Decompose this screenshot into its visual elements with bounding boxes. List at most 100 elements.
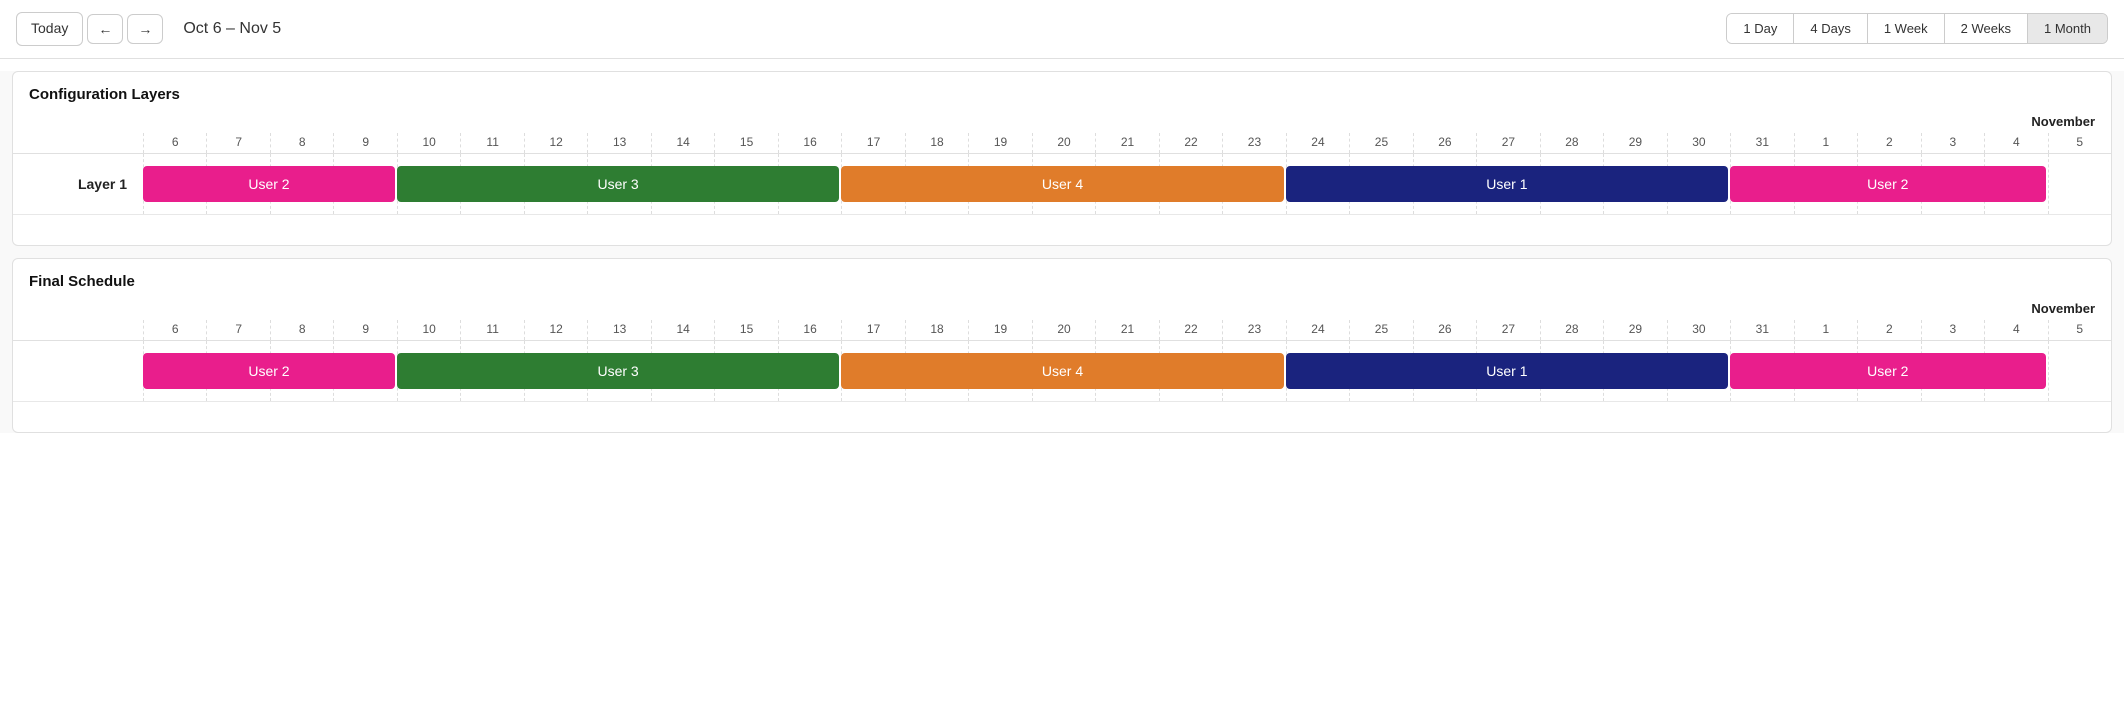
day-cell-10-4: 10	[397, 320, 460, 340]
day-cell-9-3: 9	[333, 320, 396, 340]
day-cell-29-23: 29	[1603, 133, 1666, 153]
day-cell-14-8: 14	[651, 320, 714, 340]
view-btn-2weeks[interactable]: 2 Weeks	[1945, 14, 2028, 43]
day-cell-26-20: 26	[1413, 320, 1476, 340]
bar-user4-11: User 4	[841, 353, 1283, 389]
bar-user1-18: User 1	[1286, 166, 1728, 202]
view-btn-4days[interactable]: 4 Days	[1794, 14, 1867, 43]
day-cell-18-12: 18	[905, 133, 968, 153]
day-cell-23-17: 23	[1222, 133, 1285, 153]
toolbar-left: Today ← → Oct 6 – Nov 5	[16, 12, 1718, 46]
day-cell-13-7: 13	[587, 133, 650, 153]
day-cell-12-6: 12	[524, 133, 587, 153]
day-cell-17-11: 17	[841, 320, 904, 340]
november-label: November	[2031, 301, 2095, 316]
view-btn-1month[interactable]: 1 Month	[2028, 14, 2107, 43]
day-cell-24-18: 24	[1286, 133, 1349, 153]
view-btn-1day[interactable]: 1 Day	[1727, 14, 1794, 43]
empty-row-config	[13, 215, 2111, 245]
bar-user2-25: User 2	[1730, 353, 2045, 389]
day-cell-21-15: 21	[1095, 320, 1158, 340]
row-spacer-final	[13, 341, 143, 401]
day-cell-2-27: 2	[1857, 320, 1920, 340]
section-title-config: Configuration Layers	[13, 72, 2111, 111]
bar-user2-25: User 2	[1730, 166, 2045, 202]
day-cell-28-22: 28	[1540, 133, 1603, 153]
bar-user2-0: User 2	[143, 353, 395, 389]
bar-user3-4: User 3	[397, 166, 839, 202]
section-final-schedule: Final Schedule November 6789101112131415…	[12, 258, 2112, 433]
day-cell-20-14: 20	[1032, 320, 1095, 340]
day-cell-12-6: 12	[524, 320, 587, 340]
today-button[interactable]: Today	[16, 12, 83, 46]
toolbar: Today ← → Oct 6 – Nov 5 1 Day 4 Days 1 W…	[0, 0, 2124, 59]
day-cell-30-24: 30	[1667, 320, 1730, 340]
bar-user1-18: User 1	[1286, 353, 1728, 389]
day-cell-22-16: 22	[1159, 133, 1222, 153]
day-cell-29-23: 29	[1603, 320, 1666, 340]
section-title-final: Final Schedule	[13, 259, 2111, 298]
empty-row-final	[13, 402, 2111, 432]
day-cell-11-5: 11	[460, 320, 523, 340]
day-cell-19-13: 19	[968, 320, 1031, 340]
day-cell-27-21: 27	[1476, 133, 1539, 153]
day-cell-14-8: 14	[651, 133, 714, 153]
gantt-final: November 6789101112131415161718192021222…	[13, 298, 2111, 432]
gantt-row-final: User 2User 3User 4User 1User 2	[13, 341, 2111, 402]
main-content: Configuration Layers November 6789101112…	[0, 71, 2124, 433]
day-cell-19-13: 19	[968, 133, 1031, 153]
day-cell-15-9: 15	[714, 133, 777, 153]
day-cell-8-2: 8	[270, 320, 333, 340]
day-cell-22-16: 22	[1159, 320, 1222, 340]
day-cell-5-30: 5	[2048, 133, 2111, 153]
day-cell-4-29: 4	[1984, 320, 2047, 340]
day-cell-31-25: 31	[1730, 320, 1793, 340]
day-cell-21-15: 21	[1095, 133, 1158, 153]
gantt-bars-final: User 2User 3User 4User 1User 2	[143, 341, 2111, 401]
day-cell-25-19: 25	[1349, 320, 1412, 340]
bar-user4-11: User 4	[841, 166, 1283, 202]
day-cell-5-30: 5	[2048, 320, 2111, 340]
day-cell-17-11: 17	[841, 133, 904, 153]
day-cell-27-21: 27	[1476, 320, 1539, 340]
day-cell-16-10: 16	[778, 133, 841, 153]
day-cell-1-26: 1	[1794, 320, 1857, 340]
section-config-layers: Configuration Layers November 6789101112…	[12, 71, 2112, 246]
view-buttons: 1 Day 4 Days 1 Week 2 Weeks 1 Month	[1726, 13, 2108, 44]
day-cell-8-2: 8	[270, 133, 333, 153]
day-cell-24-18: 24	[1286, 320, 1349, 340]
next-button[interactable]: →	[127, 14, 163, 44]
day-cell-2-27: 2	[1857, 133, 1920, 153]
bar-user2-0: User 2	[143, 166, 395, 202]
day-cell-20-14: 20	[1032, 133, 1095, 153]
day-cell-1-26: 1	[1794, 133, 1857, 153]
prev-button[interactable]: ←	[87, 14, 123, 44]
gantt-config: November 6789101112131415161718192021222…	[13, 111, 2111, 245]
day-cell-13-7: 13	[587, 320, 650, 340]
month-label-row-final: November	[13, 298, 2111, 320]
day-cell-9-3: 9	[333, 133, 396, 153]
day-cell-26-20: 26	[1413, 133, 1476, 153]
month-label-row-config: November	[13, 111, 2111, 133]
bar-user3-4: User 3	[397, 353, 839, 389]
day-cell-28-22: 28	[1540, 320, 1603, 340]
day-cell-15-9: 15	[714, 320, 777, 340]
day-cell-30-24: 30	[1667, 133, 1730, 153]
day-cell-4-29: 4	[1984, 133, 2047, 153]
day-cell-6-0: 6	[143, 320, 206, 340]
day-cell-11-5: 11	[460, 133, 523, 153]
day-cell-18-12: 18	[905, 320, 968, 340]
view-btn-1week[interactable]: 1 Week	[1868, 14, 1945, 43]
day-cell-3-28: 3	[1921, 320, 1984, 340]
day-cell-7-1: 7	[206, 320, 269, 340]
day-cell-16-10: 16	[778, 320, 841, 340]
day-cell-10-4: 10	[397, 133, 460, 153]
day-cell-7-1: 7	[206, 133, 269, 153]
day-cell-6-0: 6	[143, 133, 206, 153]
gantt-bars-layer1: User 2User 3User 4User 1User 2	[143, 154, 2111, 214]
day-cell-23-17: 23	[1222, 320, 1285, 340]
day-labels-final: 6789101112131415161718192021222324252627…	[13, 320, 2111, 341]
day-cell-25-19: 25	[1349, 133, 1412, 153]
row-label-layer1: Layer 1	[13, 176, 143, 192]
day-cell-3-28: 3	[1921, 133, 1984, 153]
